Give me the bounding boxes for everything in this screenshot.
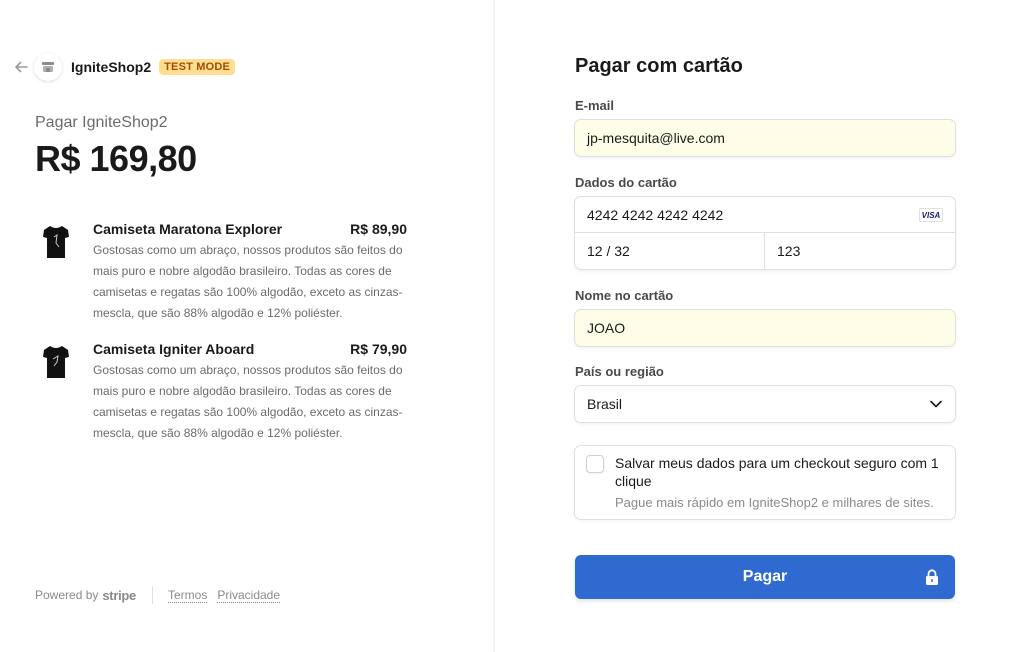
item-name: Camiseta Igniter Aboard [93, 341, 255, 357]
card-label: Dados do cartão [575, 175, 677, 190]
card-details-group: 4242 4242 4242 4242 VISA 12 / 32 123 [575, 197, 955, 269]
card-number-field[interactable]: 4242 4242 4242 4242 VISA [575, 197, 955, 233]
powered-by[interactable]: Powered by stripe [35, 588, 136, 603]
footer: Powered by stripe Termos Privacidade [35, 586, 290, 604]
country-select[interactable]: Brasil [575, 386, 955, 422]
chevron-down-icon [929, 397, 943, 411]
item-description: Gostosas como um abraço, nossos produtos… [93, 363, 403, 440]
pay-button-label: Pagar [742, 568, 788, 585]
cardholder-name-field[interactable]: JOAO [575, 310, 955, 346]
line-item: Camiseta Maratona Explorer R$ 89,90 Gost… [35, 221, 407, 331]
card-cvc-field[interactable]: 123 [765, 233, 955, 269]
powered-by-label: Powered by [35, 588, 99, 602]
card-number-value: 4242 4242 4242 4242 [587, 206, 724, 223]
card-expiry-field[interactable]: 12 / 32 [575, 233, 765, 269]
order-summary-panel: IgniteShop2 TEST MODE Pagar IgniteShop2 … [0, 0, 494, 652]
tshirt-icon [35, 221, 77, 263]
privacy-link[interactable]: Privacidade [217, 588, 281, 603]
item-price: R$ 89,90 [350, 221, 407, 237]
save-info-box: Salvar meus dados para um checkout segur… [575, 446, 955, 519]
item-description: Gostosas como um abraço, nossos produtos… [93, 243, 403, 320]
country-value: Brasil [587, 396, 623, 412]
email-field[interactable]: jp-mesquita@live.com [575, 120, 955, 156]
footer-divider [151, 586, 153, 604]
header: IgniteShop2 TEST MODE [12, 53, 236, 81]
pay-button[interactable]: Pagar [575, 555, 955, 599]
save-info-checkbox[interactable] [586, 455, 604, 473]
pay-merchant-label: Pagar IgniteShop2 [35, 114, 168, 131]
shop-name[interactable]: IgniteShop2 [71, 59, 151, 75]
tshirt-icon [35, 341, 77, 383]
item-name: Camiseta Maratona Explorer [93, 221, 283, 237]
terms-link[interactable]: Termos [167, 588, 208, 603]
stripe-logo: stripe [102, 587, 136, 603]
total-amount: R$ 169,80 [35, 138, 197, 179]
payment-form-panel: Pagar com cartão E-mail jp-mesquita@live… [495, 0, 1029, 652]
cardholder-name-label: Nome no cartão [575, 288, 674, 303]
form-title: Pagar com cartão [575, 55, 743, 77]
email-label: E-mail [575, 98, 615, 113]
save-info-subtitle: Pague mais rápido em IgniteShop2 e milha… [615, 495, 934, 510]
test-mode-badge: TEST MODE [159, 59, 236, 75]
store-icon [34, 53, 62, 81]
country-label: País ou região [575, 364, 664, 379]
visa-card-icon: VISA [919, 208, 943, 222]
line-item: Camiseta Igniter Aboard R$ 79,90 Gostosa… [35, 341, 407, 451]
save-info-title[interactable]: Salvar meus dados para um checkout segur… [615, 454, 945, 490]
lock-icon [925, 569, 939, 585]
back-arrow-icon[interactable] [12, 58, 30, 76]
item-price: R$ 79,90 [350, 341, 407, 357]
